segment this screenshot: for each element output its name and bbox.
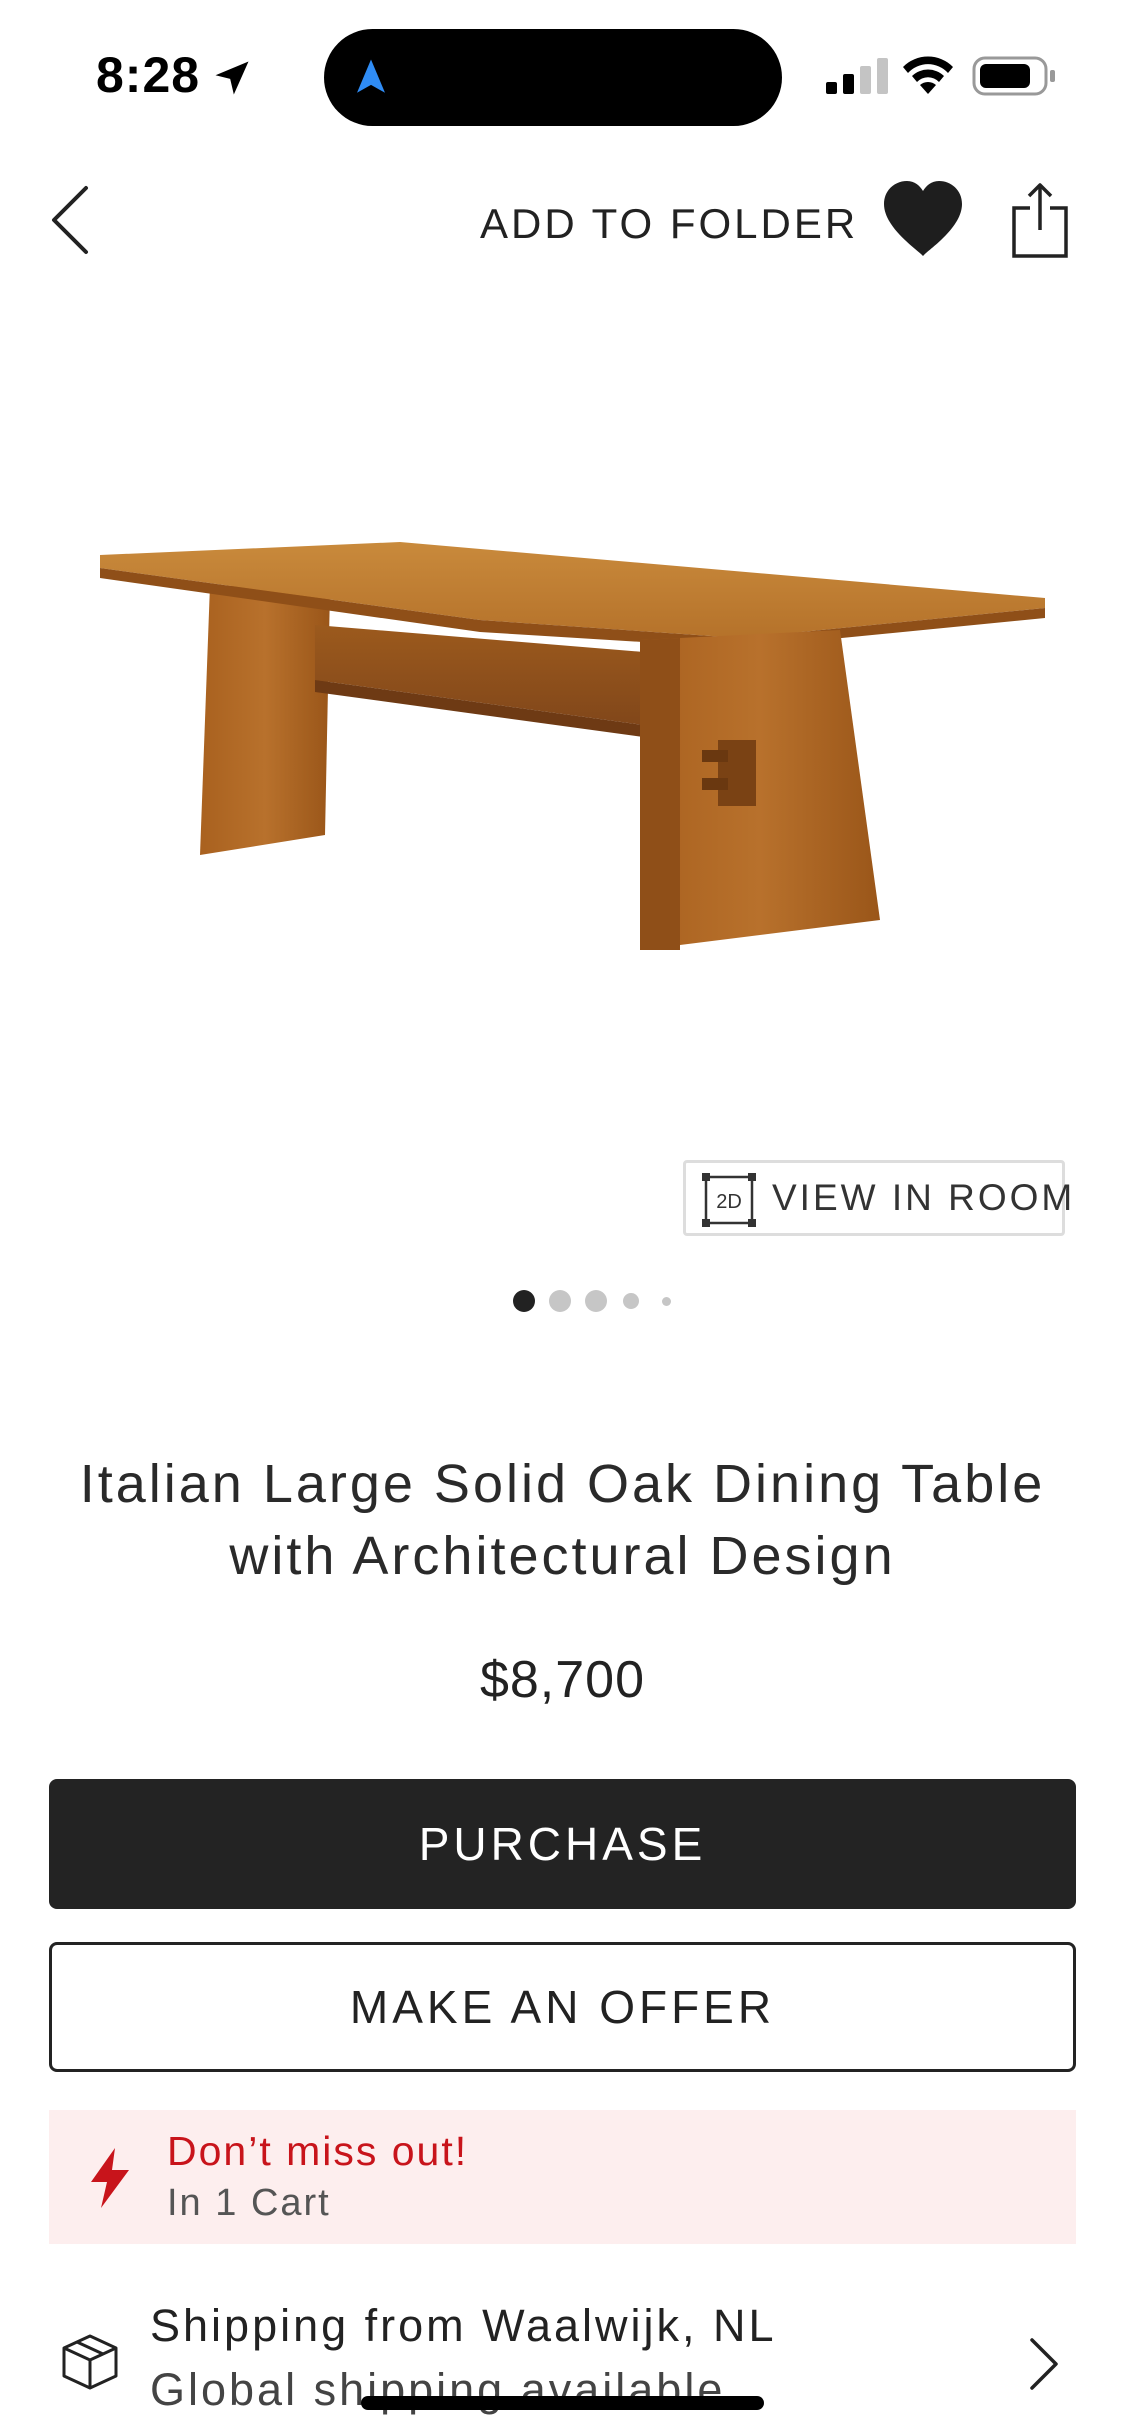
status-time: 8:28 — [96, 47, 201, 103]
pagination-dot[interactable] — [585, 1290, 607, 1312]
back-button[interactable] — [46, 180, 102, 260]
product-price: $8,700 — [479, 1651, 646, 1709]
make-offer-button[interactable]: MAKE AN OFFER — [49, 1942, 1076, 2072]
battery-icon — [972, 56, 1055, 96]
navigation-icon — [357, 59, 385, 93]
view-2d-badge: 2D — [716, 1191, 742, 1213]
chevron-right-icon — [1030, 2338, 1058, 2390]
purchase-button[interactable]: PURCHASE — [49, 1779, 1076, 1909]
image-pagination[interactable] — [0, 1286, 1125, 1316]
home-indicator[interactable] — [361, 2396, 764, 2410]
shipping-title: Shipping from Waalwijk, NL — [150, 2300, 777, 2351]
cellular-signal-icon — [826, 58, 888, 94]
add-to-folder-button[interactable]: ADD TO FOLDER — [480, 198, 858, 250]
dynamic-island — [324, 29, 782, 126]
wifi-icon — [903, 56, 953, 94]
location-arrow-icon — [215, 61, 249, 95]
package-icon — [62, 2334, 118, 2390]
view-2d-icon: 2D — [702, 1173, 756, 1227]
alert-subtitle: In 1 Cart — [167, 2182, 331, 2224]
pagination-dot[interactable] — [623, 1293, 639, 1309]
view-in-room-label: VIEW IN ROOM — [772, 1177, 1076, 1218]
status-bar: 8:28 — [0, 0, 1125, 140]
alert-title: Don’t miss out! — [167, 2128, 469, 2174]
pagination-dot[interactable] — [662, 1297, 671, 1306]
shipping-row[interactable]: Shipping from Waalwijk, NL Global shippi… — [0, 2280, 1125, 2436]
view-in-room-button[interactable]: 2D VIEW IN ROOM — [683, 1160, 1072, 1236]
product-title: Italian Large Solid Oak Dining Table wit… — [79, 1454, 1046, 1586]
cart-alert-banner: Don’t miss out! In 1 Cart — [49, 2110, 1076, 2244]
heart-icon[interactable] — [880, 178, 966, 258]
pagination-dot[interactable] — [549, 1290, 571, 1312]
pagination-dot-active[interactable] — [513, 1290, 535, 1312]
lightning-icon — [91, 2148, 129, 2208]
share-icon[interactable] — [1010, 180, 1070, 260]
wooden-dining-table[interactable] — [60, 480, 1060, 1040]
